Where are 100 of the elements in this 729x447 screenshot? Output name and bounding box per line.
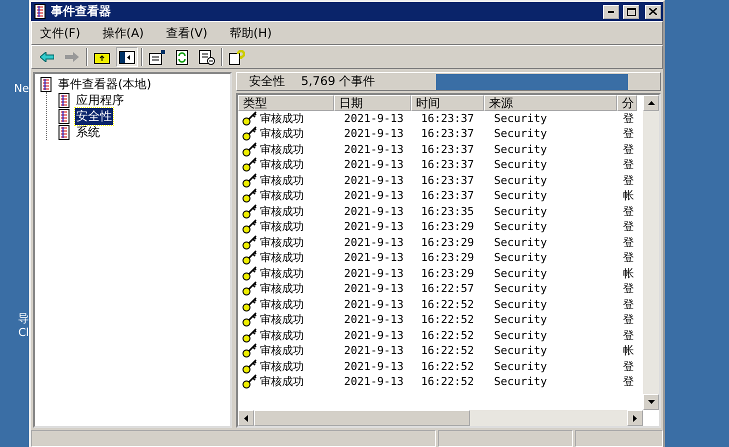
event-row[interactable]: 审核成功 2021-9-13 16:23:37 Security 登 xyxy=(238,126,643,142)
column-header[interactable]: 类型 xyxy=(238,95,334,111)
table-cell: 审核成功 xyxy=(260,374,304,390)
desktop-icon-label: Cl xyxy=(18,326,29,339)
table-cell: Security xyxy=(494,344,547,358)
table-cell: 审核成功 xyxy=(260,204,304,219)
table-cell: Security xyxy=(494,266,547,280)
table-cell: 帐 xyxy=(623,266,634,281)
table-cell: 登 xyxy=(623,234,634,250)
event-count: 5,769 个事件 xyxy=(301,73,376,90)
table-cell: 登 xyxy=(623,110,634,126)
table-cell: 登 xyxy=(623,250,634,266)
table-cell: 登 xyxy=(623,126,634,142)
event-row[interactable]: 审核成功 2021-9-13 16:22:52 Security 登 xyxy=(238,296,643,312)
event-row[interactable]: 审核成功 2021-9-13 16:23:29 Security 帐 xyxy=(238,266,643,281)
table-cell: Security xyxy=(494,220,547,234)
table-cell: Security xyxy=(494,282,547,296)
table-cell: Security xyxy=(494,313,547,326)
table-cell: 登 xyxy=(623,281,634,296)
table-cell: 登 xyxy=(623,157,634,172)
table-cell: 2021-9-13 xyxy=(344,375,404,388)
tree-item[interactable]: 安全性 xyxy=(75,108,113,124)
desktop-icon-label: Ne xyxy=(14,82,29,95)
table-cell: 2021-9-13 xyxy=(344,127,404,140)
table-cell: Security xyxy=(494,112,547,125)
table-cell: 审核成功 xyxy=(260,250,304,266)
table-cell: 16:23:29 xyxy=(421,236,474,249)
table-cell: Security xyxy=(494,328,547,342)
table-cell: 登 xyxy=(623,172,634,188)
table-cell: 16:23:37 xyxy=(421,142,474,156)
table-cell: 16:22:57 xyxy=(421,282,474,296)
event-row[interactable]: 审核成功 2021-9-13 16:23:37 Security 登 xyxy=(238,172,643,188)
table-cell: Security xyxy=(494,204,547,218)
tree-item[interactable]: 应用程序 xyxy=(75,92,125,108)
event-row[interactable]: 审核成功 2021-9-13 16:23:29 Security 登 xyxy=(238,250,643,266)
event-row[interactable]: 审核成功 2021-9-13 16:22:52 Security 登 xyxy=(238,312,643,328)
table-cell: 16:23:29 xyxy=(421,251,474,264)
table-cell: 2021-9-13 xyxy=(344,236,404,249)
table-cell: 审核成功 xyxy=(260,328,304,343)
table-cell: 16:23:37 xyxy=(421,112,474,125)
event-row[interactable]: 审核成功 2021-9-13 16:23:37 Security 登 xyxy=(238,110,643,126)
menu-item[interactable]: 帮助(H) xyxy=(225,22,276,44)
table-cell: 2021-9-13 xyxy=(344,158,404,172)
table-cell: 2021-9-13 xyxy=(344,220,404,234)
menu-item[interactable]: 文件(F) xyxy=(36,22,84,44)
table-cell: 审核成功 xyxy=(260,142,304,157)
table-cell: 审核成功 xyxy=(260,358,304,374)
table-cell: 16:22:52 xyxy=(421,375,474,388)
table-cell: 2021-9-13 xyxy=(344,174,404,187)
event-row[interactable]: 审核成功 2021-9-13 16:22:52 Security 登 xyxy=(238,358,643,374)
table-cell: 16:22:52 xyxy=(421,344,474,358)
event-row[interactable]: 审核成功 2021-9-13 16:23:35 Security 登 xyxy=(238,204,643,219)
table-cell: 16:23:37 xyxy=(421,127,474,140)
table-cell: 审核成功 xyxy=(260,343,304,358)
table-cell: 审核成功 xyxy=(260,234,304,250)
window-title: 事件查看器 xyxy=(51,3,112,20)
table-cell: 审核成功 xyxy=(260,312,304,328)
tree-item[interactable]: 事件查看器(本地) xyxy=(57,76,152,92)
column-header[interactable]: 日期 xyxy=(334,95,411,111)
table-cell: 2021-9-13 xyxy=(344,282,404,296)
table-cell: Security xyxy=(494,189,547,202)
table-cell: 2021-9-13 xyxy=(344,298,404,311)
event-row[interactable]: 审核成功 2021-9-13 16:23:29 Security 登 xyxy=(238,234,643,250)
log-title: 安全性 xyxy=(249,73,285,90)
desktop-icon-label: 导 xyxy=(18,311,29,326)
column-header[interactable]: 来源 xyxy=(484,95,617,111)
table-cell: 16:23:37 xyxy=(421,174,474,187)
table-cell: 审核成功 xyxy=(260,296,304,312)
table-cell: 2021-9-13 xyxy=(344,251,404,264)
table-cell: 2021-9-13 xyxy=(344,266,404,280)
tree-item[interactable]: 系统 xyxy=(75,124,101,140)
column-header[interactable]: 时间 xyxy=(411,95,484,111)
event-row[interactable]: 审核成功 2021-9-13 16:22:52 Security 登 xyxy=(238,374,643,390)
table-cell: 2021-9-13 xyxy=(344,112,404,125)
event-row[interactable]: 审核成功 2021-9-13 16:23:37 Security 登 xyxy=(238,142,643,157)
event-row[interactable]: 审核成功 2021-9-13 16:23:29 Security 登 xyxy=(238,219,643,234)
table-cell: 审核成功 xyxy=(260,126,304,142)
table-cell: 审核成功 xyxy=(260,172,304,188)
column-header[interactable]: 分 xyxy=(617,95,637,111)
table-cell: 登 xyxy=(623,312,634,328)
table-cell: 16:23:37 xyxy=(421,189,474,202)
event-row[interactable]: 审核成功 2021-9-13 16:22:52 Security 登 xyxy=(238,328,643,343)
menu-item[interactable]: 查看(V) xyxy=(162,22,212,44)
table-cell: 审核成功 xyxy=(260,110,304,126)
menu-item[interactable]: 操作(A) xyxy=(98,22,148,44)
table-cell: 审核成功 xyxy=(260,219,304,234)
event-row[interactable]: 审核成功 2021-9-13 16:23:37 Security 帐 xyxy=(238,188,643,204)
table-cell: 审核成功 xyxy=(260,157,304,172)
table-cell: Security xyxy=(494,174,547,187)
table-cell: Security xyxy=(494,251,547,264)
table-cell: 16:23:35 xyxy=(421,204,474,218)
table-cell: 2021-9-13 xyxy=(344,328,404,342)
table-cell: 登 xyxy=(623,296,634,312)
table-cell: 登 xyxy=(623,142,634,157)
table-cell: 2021-9-13 xyxy=(344,142,404,156)
event-row[interactable]: 审核成功 2021-9-13 16:23:37 Security 登 xyxy=(238,157,643,172)
table-cell: 2021-9-13 xyxy=(344,204,404,218)
event-row[interactable]: 审核成功 2021-9-13 16:22:57 Security 登 xyxy=(238,281,643,296)
event-row[interactable]: 审核成功 2021-9-13 16:22:52 Security 帐 xyxy=(238,343,643,358)
table-cell: 登 xyxy=(623,219,634,234)
